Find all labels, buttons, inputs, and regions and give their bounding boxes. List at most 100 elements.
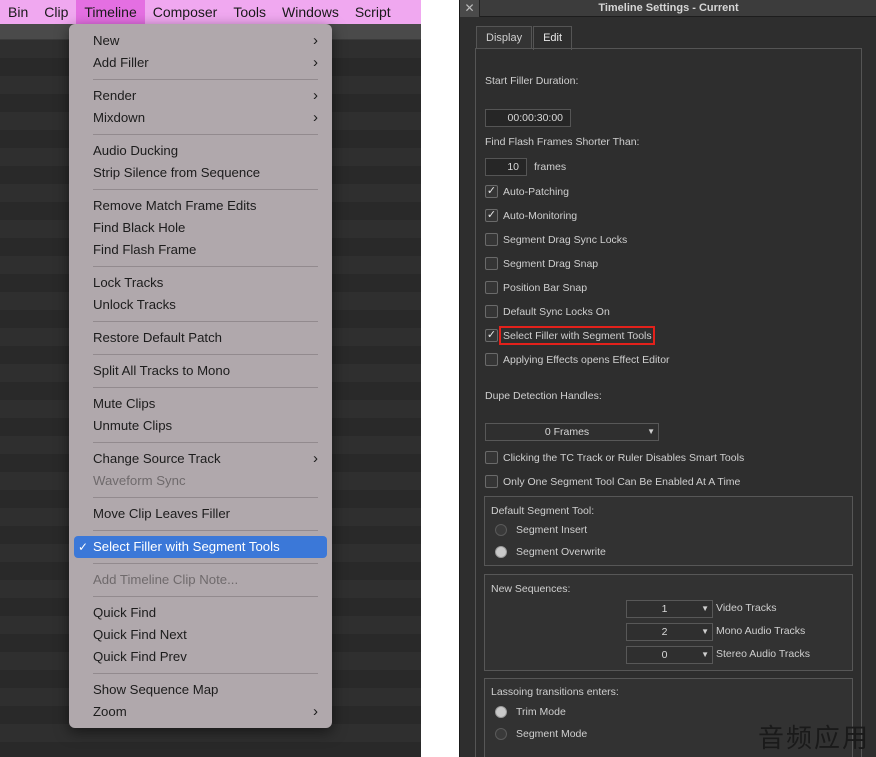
menu-item-audio-ducking[interactable]: Audio Ducking [69,140,332,162]
menu-item-change-source-track[interactable]: Change Source Track › [69,448,332,470]
menu-separator [93,673,318,674]
menu-separator [93,266,318,267]
smart-tools-label: Clicking the TC Track or Ruler Disables … [503,452,745,464]
menu-item-add-filler[interactable]: Add Filler › [69,52,332,74]
auto-monitoring-label: Auto-Monitoring [503,210,578,222]
new-sequences-label: New Sequences: [491,583,571,595]
segment-overwrite-radio[interactable] [495,546,507,558]
dropdown-arrow-icon: ▼ [701,627,709,636]
segment-mode-label: Segment Mode [516,728,588,740]
menu-timeline[interactable]: Timeline [76,0,145,24]
menu-item-new[interactable]: New › [69,30,332,52]
mono-audio-tracks-dropdown[interactable]: 2 ▼ [626,623,713,641]
dialog-title: Timeline Settings - Current [598,2,739,14]
default-segment-tool-label: Default Segment Tool: [491,505,595,517]
flash-frames-unit: frames [534,161,567,173]
menu-item-label: Zoom [93,704,127,719]
dropdown-value: 2 [661,626,668,638]
video-tracks-dropdown[interactable]: 1 ▼ [626,600,713,618]
menu-item-mute-clips[interactable]: Mute Clips [69,393,332,415]
segment-drag-snap-checkbox[interactable] [485,257,498,270]
auto-patching-checkbox[interactable]: ✓ [485,185,498,198]
segment-drag-sync-locks-checkbox[interactable] [485,233,498,246]
start-filler-field[interactable]: 00:00:30:00 [485,109,571,127]
segment-overwrite-label: Segment Overwrite [516,546,606,558]
menu-item-strip-silence[interactable]: Strip Silence from Sequence [69,162,332,184]
tab-edit[interactable]: Edit [533,26,573,50]
menu-bin[interactable]: Bin [0,0,36,24]
flash-frames-field[interactable]: 10 [485,158,527,176]
menu-windows[interactable]: Windows [274,0,347,24]
stereo-audio-tracks-dropdown[interactable]: 0 ▼ [626,646,713,664]
menu-item-remove-match-frame-edits[interactable]: Remove Match Frame Edits [69,195,332,217]
default-sync-locks-checkbox[interactable] [485,305,498,318]
checkmark-icon: ✓ [78,540,89,554]
one-segment-tool-label: Only One Segment Tool Can Be Enabled At … [503,476,741,488]
menu-separator [93,442,318,443]
dupe-detection-dropdown[interactable]: 0 Frames ▼ [485,423,659,441]
edit-tab-panel: Start Filler Duration: 00:00:30:00 Find … [475,48,862,757]
dropdown-value: 0 [661,649,668,661]
menu-item-label: Select Filler with Segment Tools [93,539,280,554]
default-segment-tool-group: Default Segment Tool: Segment Insert Seg… [484,496,853,566]
lassoing-label: Lassoing transitions enters: [491,686,619,698]
video-tracks-label: Video Tracks [716,602,777,614]
menu-separator [93,563,318,564]
position-bar-snap-checkbox[interactable] [485,281,498,294]
menu-script[interactable]: Script [347,0,399,24]
menu-item-label: New [93,33,120,48]
timeline-dropdown-menu: New › Add Filler › Render › Mixdown › Audio … [69,24,332,728]
tab-display[interactable]: Display [476,26,533,49]
dialog-titlebar: Timeline Settings - Current ✕ [460,0,876,17]
dropdown-arrow-icon: ▼ [647,427,655,436]
applying-effects-checkbox[interactable] [485,353,498,366]
menu-item-move-clip-leaves-filler[interactable]: Move Clip Leaves Filler [69,503,332,525]
menu-item-quick-find-prev[interactable]: Quick Find Prev [69,646,332,668]
menu-separator [93,134,318,135]
flash-frames-label: Find Flash Frames Shorter Than: [485,136,640,148]
applying-effects-label: Applying Effects opens Effect Editor [503,354,670,366]
one-segment-tool-checkbox[interactable] [485,475,498,488]
menu-item-split-tracks-mono[interactable]: Split All Tracks to Mono [69,360,332,382]
menu-screenshot-pane: Bin Clip Timeline Composer Tools Windows… [0,0,421,757]
menu-item-unlock-tracks[interactable]: Unlock Tracks [69,294,332,316]
menu-item-find-black-hole[interactable]: Find Black Hole [69,217,332,239]
dupe-detection-label: Dupe Detection Handles: [485,390,602,402]
new-sequences-group: New Sequences: 1 ▼ Video Tracks 2 ▼ Mono… [484,574,853,671]
select-filler-checkbox[interactable]: ✓ [485,329,498,342]
dropdown-arrow-icon: ▼ [701,650,709,659]
menu-item-show-sequence-map[interactable]: Show Sequence Map [69,679,332,701]
auto-monitoring-checkbox[interactable]: ✓ [485,209,498,222]
menu-item-select-filler-segment-tools[interactable]: ✓ Select Filler with Segment Tools [74,536,327,558]
menu-item-quick-find-next[interactable]: Quick Find Next [69,624,332,646]
menu-item-mixdown[interactable]: Mixdown › [69,107,332,129]
menu-separator [93,354,318,355]
chevron-right-icon: › [313,54,318,71]
menu-item-quick-find[interactable]: Quick Find [69,602,332,624]
menu-item-render[interactable]: Render › [69,85,332,107]
menu-item-label: Mixdown [93,110,146,125]
stereo-audio-tracks-label: Stereo Audio Tracks [716,648,810,660]
menu-item-unmute-clips[interactable]: Unmute Clips [69,415,332,437]
dialog-tabs: Display Edit [476,26,573,50]
segment-insert-radio[interactable] [495,524,507,536]
menu-item-restore-default-patch[interactable]: Restore Default Patch [69,327,332,349]
trim-mode-radio[interactable] [495,706,507,718]
chevron-right-icon: › [313,703,318,720]
chevron-right-icon: › [313,450,318,467]
menu-clip[interactable]: Clip [36,0,76,24]
menu-item-label: Change Source Track [93,451,221,466]
checkmark-icon: ✓ [486,185,497,197]
menu-item-find-flash-frame[interactable]: Find Flash Frame [69,239,332,261]
smart-tools-checkbox[interactable] [485,451,498,464]
menu-item-zoom[interactable]: Zoom › [69,701,332,723]
close-icon[interactable]: ✕ [460,0,480,17]
dropdown-value: 1 [661,603,668,615]
menu-composer[interactable]: Composer [145,0,226,24]
segment-mode-radio[interactable] [495,728,507,740]
dropdown-arrow-icon: ▼ [701,604,709,613]
menu-separator [93,530,318,531]
menu-tools[interactable]: Tools [225,0,274,24]
mono-audio-tracks-label: Mono Audio Tracks [716,625,806,637]
menu-item-lock-tracks[interactable]: Lock Tracks [69,272,332,294]
